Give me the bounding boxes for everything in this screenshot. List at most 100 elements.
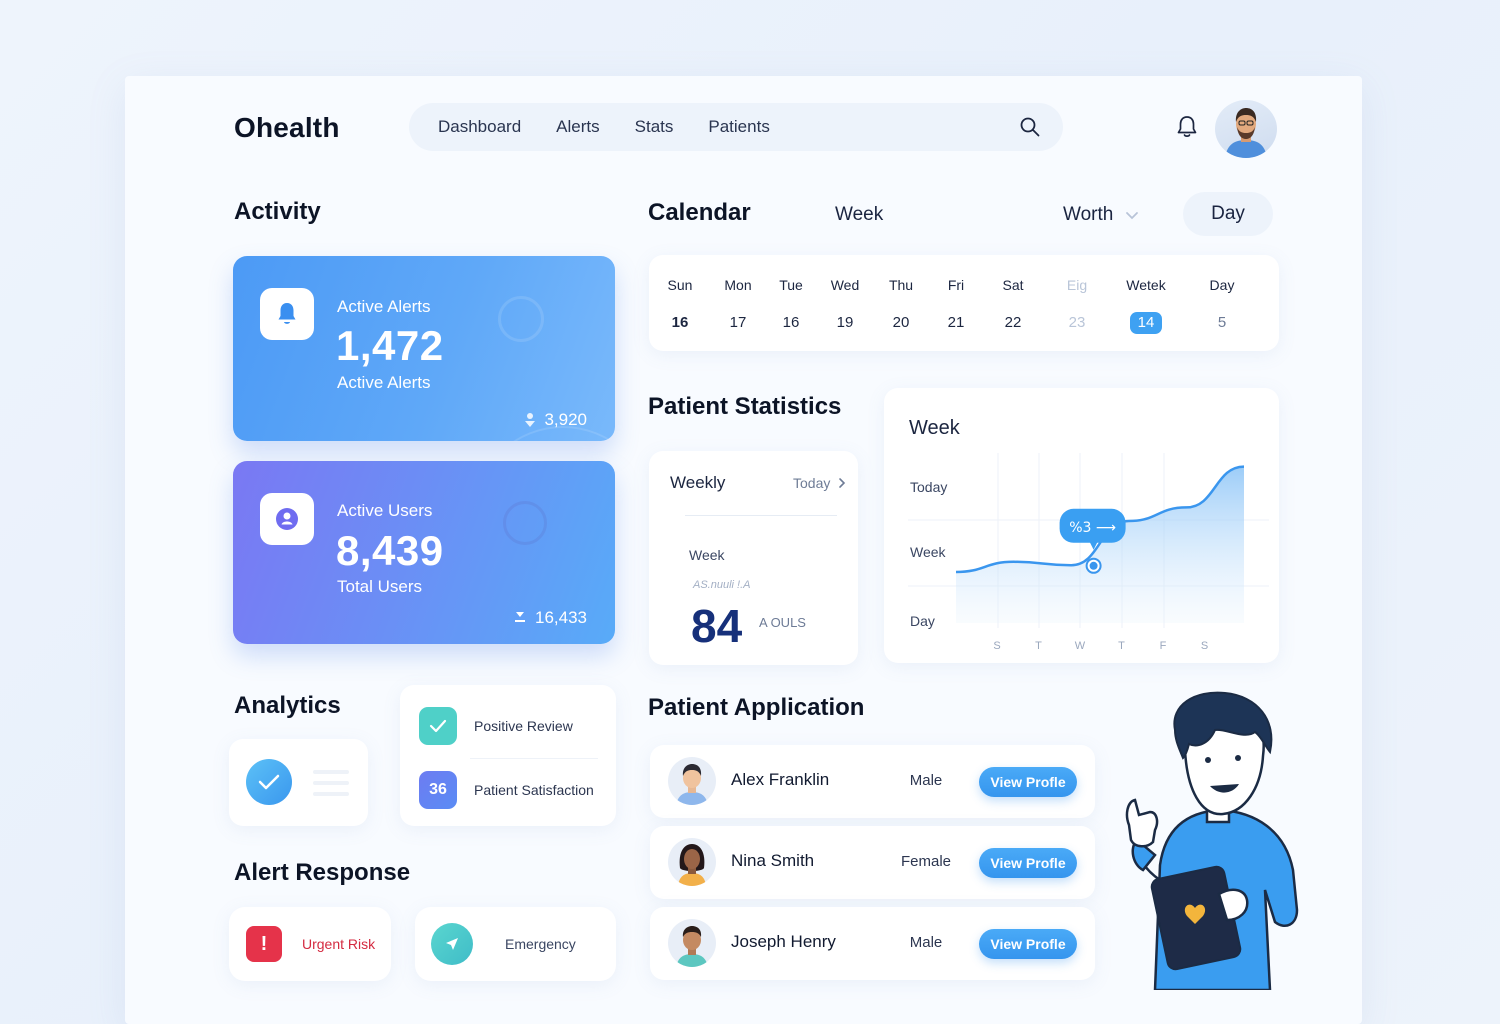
alert-response-title: Alert Response (234, 859, 411, 886)
calendar-day[interactable]: Sat 22 (983, 277, 1043, 334)
users-card-icon (260, 493, 314, 545)
calendar-strip: Sun 16 Mon 17 Tue 16 Wed 19 Thu 20 Fri 21 Sat 2… (649, 255, 1279, 351)
nav-stats[interactable]: Stats (635, 117, 674, 137)
week-chart-card: Week Today Week Day S T W T F S %3 ⟶ (884, 388, 1279, 663)
chevron-down-icon (1126, 212, 1139, 220)
x-tick-label: W (1075, 640, 1086, 652)
chart-tooltip-label: %3 ⟶ (1069, 520, 1116, 536)
user-icon (276, 508, 298, 530)
patient-avatar (668, 757, 716, 805)
patient-gender: Male (909, 772, 943, 789)
urgent-risk-label: Urgent Risk (302, 936, 376, 952)
y-axis-label: Day (910, 613, 935, 629)
calendar-tab-worth[interactable]: Worth (1063, 204, 1139, 226)
chart-point-dot (1089, 561, 1098, 570)
top-nav: Dashboard Alerts Stats Patients (409, 103, 1063, 151)
analytics-item-positive-review[interactable]: Positive Review (419, 707, 573, 745)
app-logo[interactable]: Ohealth (234, 112, 340, 144)
calendar-day[interactable]: Sun 16 (650, 277, 710, 334)
calendar-day[interactable]: Eig 23 (1047, 277, 1107, 334)
patient-gender: Male (909, 934, 943, 951)
urgent-risk-card[interactable]: ! Urgent Risk (229, 907, 391, 981)
calendar-day[interactable]: Wed 19 (815, 277, 875, 334)
patient-application-title: Patient Application (648, 694, 865, 721)
x-tick-label: T (1118, 640, 1125, 652)
day-name: Wetek (1126, 277, 1166, 293)
analytics-item-label: Positive Review (474, 718, 573, 734)
day-name: Sun (667, 277, 693, 293)
calendar-day[interactable]: Tue 16 (761, 277, 821, 334)
day-date: 19 (836, 314, 854, 331)
patient-name: Nina Smith (731, 851, 815, 870)
user-avatar[interactable] (1215, 100, 1277, 158)
users-card-sublabel: Total Users (337, 577, 423, 596)
view-profile-button[interactable]: View Profle (979, 929, 1077, 959)
check-circle-icon (246, 759, 292, 805)
active-users-card[interactable]: Active Users 8,439 Total Users 16,433 (233, 461, 615, 644)
calendar-day[interactable]: Mon 17 (708, 277, 768, 334)
nav-patients[interactable]: Patients (708, 117, 769, 137)
doctor-illustration (1125, 691, 1299, 990)
bell-icon[interactable] (1175, 114, 1199, 140)
weekly-title: Weekly (670, 473, 726, 492)
placeholder-line (313, 770, 349, 774)
patient-row: Nina Smith Female View Profle (650, 826, 1095, 899)
area-chart: Today Week Day S T W T F S %3 ⟶ (908, 453, 1269, 652)
emergency-label: Emergency (505, 936, 576, 952)
calendar-day[interactable]: Fri 21 (926, 277, 986, 334)
weekly-unit: A OULS (759, 615, 806, 630)
calendar-tab-day[interactable]: Day (1183, 192, 1273, 236)
placeholder-line (313, 792, 349, 796)
weekly-sub: Week (689, 547, 725, 563)
divider (685, 515, 837, 516)
today-link[interactable]: Today (793, 475, 846, 491)
divider (470, 758, 598, 759)
view-profile-button[interactable]: View Profle (979, 767, 1077, 797)
y-axis-label: Today (910, 479, 947, 495)
nav-dashboard[interactable]: Dashboard (438, 117, 521, 137)
day-name: Sat (1002, 277, 1024, 293)
y-axis-label: Week (910, 544, 947, 560)
weekly-note: AS.nuuli !.A (693, 579, 751, 591)
alerts-card-value: 1,472 (336, 322, 444, 369)
patient-row: Joseph Henry Male View Profle (650, 907, 1095, 980)
patient-statistics-title: Patient Statistics (648, 393, 842, 420)
placeholder-line (313, 781, 349, 785)
day-date: 16 (671, 314, 689, 331)
x-tick-label: S (1201, 640, 1208, 652)
day-name: Mon (724, 277, 752, 293)
active-alerts-card[interactable]: Active Alerts 1,472 Active Alerts 3,920 (233, 256, 615, 441)
patient-avatar (668, 838, 716, 886)
day-date: 22 (1004, 314, 1022, 331)
calendar-tab-worth-label: Worth (1063, 204, 1114, 225)
patient-gender: Female (900, 853, 952, 870)
nav-alerts[interactable]: Alerts (556, 117, 599, 137)
stack-icon (525, 413, 536, 427)
calendar-day-selected[interactable]: Wetek 14 (1116, 277, 1176, 334)
day-date: 23 (1068, 314, 1086, 331)
patient-name: Joseph Henry (731, 932, 836, 951)
exclamation-icon: ! (246, 926, 282, 962)
x-tick-label: T (1035, 640, 1042, 652)
calendar-day[interactable]: Thu 20 (871, 277, 931, 334)
alerts-card-sublabel: Active Alerts (337, 373, 431, 392)
day-date: 5 (1217, 314, 1227, 331)
view-profile-button[interactable]: View Profle (979, 848, 1077, 878)
calendar-day[interactable]: Day 5 (1192, 277, 1252, 334)
day-date: 17 (729, 314, 747, 331)
users-card-footer: 16,433 (513, 608, 587, 628)
analytics-status-card[interactable] (229, 739, 368, 826)
alerts-card-footer-value: 3,920 (544, 410, 587, 429)
alerts-card-icon (260, 288, 314, 340)
weekly-value: 84 (691, 600, 743, 652)
emergency-card[interactable]: Emergency (415, 907, 616, 981)
analytics-item-patient-satisfaction[interactable]: 36 Patient Satisfaction (419, 771, 594, 809)
x-tick-label: S (993, 640, 1000, 652)
search-icon[interactable] (1019, 116, 1041, 138)
chevron-right-icon (839, 478, 846, 488)
calendar-tab-week[interactable]: Week (835, 204, 883, 226)
users-card-value: 8,439 (336, 527, 444, 574)
day-name: Wed (830, 277, 860, 293)
day-name: Fri (947, 277, 965, 293)
x-tick-label: F (1160, 640, 1167, 652)
